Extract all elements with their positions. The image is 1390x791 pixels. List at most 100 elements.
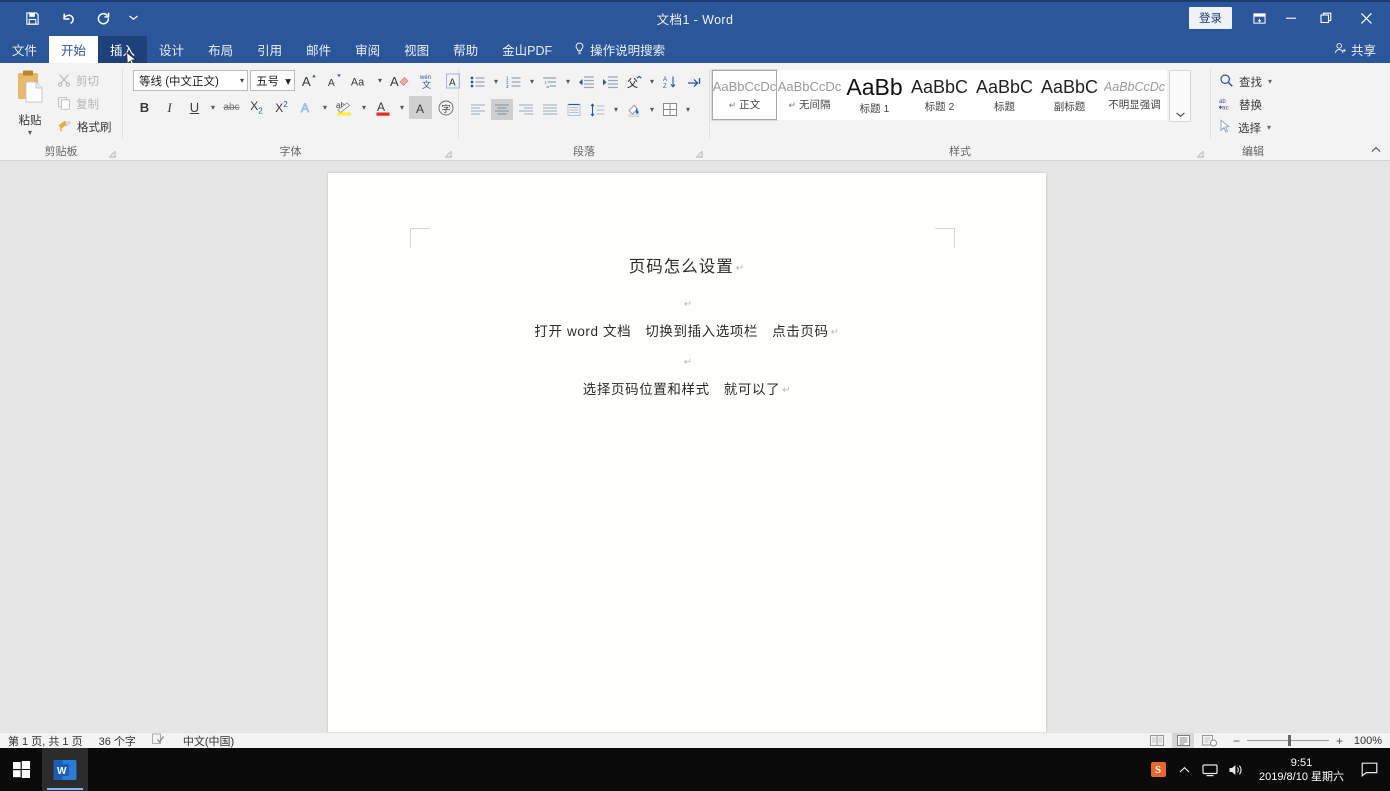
numbering-chevron-down-icon[interactable]: ▾	[527, 70, 537, 93]
page-info[interactable]: 第 1 页, 共 1 页	[8, 733, 83, 749]
tab-insert[interactable]: 插入	[98, 36, 148, 63]
text-effects-button[interactable]: A	[295, 96, 318, 119]
zoom-slider-track[interactable]	[1247, 735, 1329, 746]
font-name-combobox[interactable]: 等线 (中文正文) ▾	[133, 70, 248, 91]
styles-gallery-more-chevron-down-icon[interactable]	[1169, 70, 1191, 122]
tab-file[interactable]: 文件	[0, 36, 49, 63]
shrink-font-button[interactable]: A	[322, 69, 345, 92]
paste-chevron-down-icon[interactable]: ▾	[28, 129, 32, 137]
styles-dialog-launcher-icon[interactable]	[1196, 149, 1204, 158]
strikethrough-button[interactable]: abc	[220, 96, 243, 119]
clear-formatting-button[interactable]: A	[387, 69, 413, 92]
paste-button[interactable]: 粘贴 ▾	[6, 67, 54, 137]
shading-button[interactable]	[623, 99, 645, 120]
web-layout-icon[interactable]	[1198, 733, 1220, 749]
find-chevron-down-icon[interactable]: ▾	[1268, 77, 1272, 86]
zoom-out-button[interactable]: −	[1232, 734, 1241, 748]
ribbon-display-options-icon[interactable]	[1244, 3, 1274, 33]
underline-chevron-down-icon[interactable]: ▾	[208, 96, 218, 119]
network-icon[interactable]	[1197, 748, 1223, 791]
style-item-normal[interactable]: AaBbCcDc ↵ 正文	[711, 69, 778, 121]
grow-font-button[interactable]: A	[297, 69, 320, 92]
highlight-chevron-down-icon[interactable]: ▾	[359, 96, 369, 119]
proofing-icon[interactable]	[151, 733, 167, 748]
tab-references[interactable]: 引用	[245, 36, 294, 63]
word-count[interactable]: 36 个字	[99, 733, 136, 749]
volume-icon[interactable]	[1223, 748, 1249, 791]
enclose-characters-button[interactable]: 字	[434, 96, 458, 119]
taskbar-clock[interactable]: 9:51 2019/8/10 星期六	[1249, 756, 1354, 784]
distributed-button[interactable]	[563, 99, 585, 120]
font-size-combobox[interactable]: 五号 ▾	[250, 70, 295, 91]
word-app-icon[interactable]: W	[42, 748, 88, 791]
style-item-heading-2[interactable]: AaBbC 标题 2	[907, 70, 972, 120]
borders-button[interactable]	[659, 99, 681, 120]
language-indicator[interactable]: 中文(中国)	[183, 733, 234, 749]
tab-mailings[interactable]: 邮件	[294, 36, 343, 63]
font-size-chevron-down-icon[interactable]: ▾	[285, 74, 291, 88]
zoom-level-value[interactable]: 100%	[1350, 735, 1382, 747]
change-case-chevron-down-icon[interactable]: ▾	[375, 69, 385, 92]
bullets-chevron-down-icon[interactable]: ▾	[491, 70, 501, 93]
style-item-title[interactable]: AaBbC 标题	[972, 70, 1037, 120]
style-item-subtle-emphasis[interactable]: AaBbCcDc 不明显强调	[1102, 70, 1167, 120]
style-item-heading-1[interactable]: AaBb 标题 1	[842, 70, 907, 120]
superscript-button[interactable]: X2	[270, 96, 293, 119]
close-icon[interactable]	[1346, 3, 1386, 33]
font-dialog-launcher-icon[interactable]	[444, 149, 452, 158]
sort-button[interactable]: AZ	[659, 71, 681, 92]
bold-button[interactable]: B	[133, 96, 156, 119]
tab-help[interactable]: 帮助	[441, 36, 490, 63]
collapse-ribbon-chevron-up-icon[interactable]	[1368, 141, 1384, 157]
tab-kingsoft-pdf[interactable]: 金山PDF	[490, 36, 564, 63]
bullets-button[interactable]	[467, 71, 489, 92]
shading-chevron-down-icon[interactable]: ▾	[647, 98, 657, 121]
cut-button[interactable]: 剪切	[54, 71, 115, 91]
change-case-button[interactable]: Aa	[347, 69, 373, 92]
select-chevron-down-icon[interactable]: ▾	[1267, 123, 1271, 132]
line-spacing-button[interactable]	[587, 99, 609, 120]
character-shading-button[interactable]: A	[409, 96, 432, 119]
sogou-icon[interactable]: S	[1145, 748, 1171, 791]
share-button[interactable]: 共享	[1334, 36, 1390, 63]
line-spacing-chevron-down-icon[interactable]: ▾	[611, 98, 621, 121]
asian-layout-button[interactable]: 父	[623, 71, 645, 92]
borders-chevron-down-icon[interactable]: ▾	[683, 98, 693, 121]
align-right-button[interactable]	[515, 99, 537, 120]
align-left-button[interactable]	[467, 99, 489, 120]
read-mode-icon[interactable]	[1146, 733, 1168, 749]
style-item-subtitle[interactable]: AaBbC 副标题	[1037, 70, 1102, 120]
format-painter-button[interactable]: 格式刷	[54, 117, 115, 137]
phonetic-guide-button[interactable]: wén 文	[415, 69, 439, 92]
subscript-button[interactable]: X2	[245, 96, 268, 119]
zoom-slider-thumb[interactable]	[1288, 735, 1291, 746]
replace-button[interactable]: ab ac 替换	[1218, 94, 1272, 115]
tab-layout[interactable]: 布局	[196, 36, 245, 63]
tab-home[interactable]: 开始	[49, 36, 99, 63]
chevron-up-icon[interactable]	[1171, 748, 1197, 791]
font-name-chevron-down-icon[interactable]: ▾	[240, 76, 244, 85]
notification-icon[interactable]	[1354, 748, 1384, 791]
text-effects-chevron-down-icon[interactable]: ▾	[320, 96, 330, 119]
sign-in-button[interactable]: 登录	[1189, 7, 1232, 29]
tab-design[interactable]: 设计	[147, 36, 196, 63]
text-highlight-color-button[interactable]: ab	[332, 96, 357, 119]
tab-view[interactable]: 视图	[392, 36, 441, 63]
font-color-button[interactable]: A	[371, 96, 395, 119]
find-button[interactable]: 查找 ▾	[1219, 71, 1272, 92]
show-formatting-marks-button[interactable]	[683, 71, 705, 92]
restore-icon[interactable]	[1308, 3, 1344, 33]
zoom-in-button[interactable]: +	[1335, 734, 1344, 748]
select-button[interactable]: 选择 ▾	[1219, 117, 1272, 138]
redo-icon[interactable]	[86, 4, 122, 32]
tell-me-search[interactable]: 操作说明搜索	[564, 36, 675, 63]
document-canvas[interactable]: 页码怎么设置 ↵ ↵ 打开 word 文档 切换到插入选项栏 点击页码 ↵ ↵ 选择…	[0, 161, 1390, 732]
windows-start-icon[interactable]	[0, 748, 42, 791]
font-color-chevron-down-icon[interactable]: ▾	[397, 96, 407, 119]
multilevel-list-button[interactable]: 1a	[539, 71, 561, 92]
save-icon[interactable]	[14, 4, 50, 32]
tab-review[interactable]: 审阅	[343, 36, 392, 63]
asian-layout-chevron-down-icon[interactable]: ▾	[647, 70, 657, 93]
italic-button[interactable]: I	[158, 96, 181, 119]
style-item-no-spacing[interactable]: AaBbCcDc ↵ 无间隔	[777, 70, 842, 120]
